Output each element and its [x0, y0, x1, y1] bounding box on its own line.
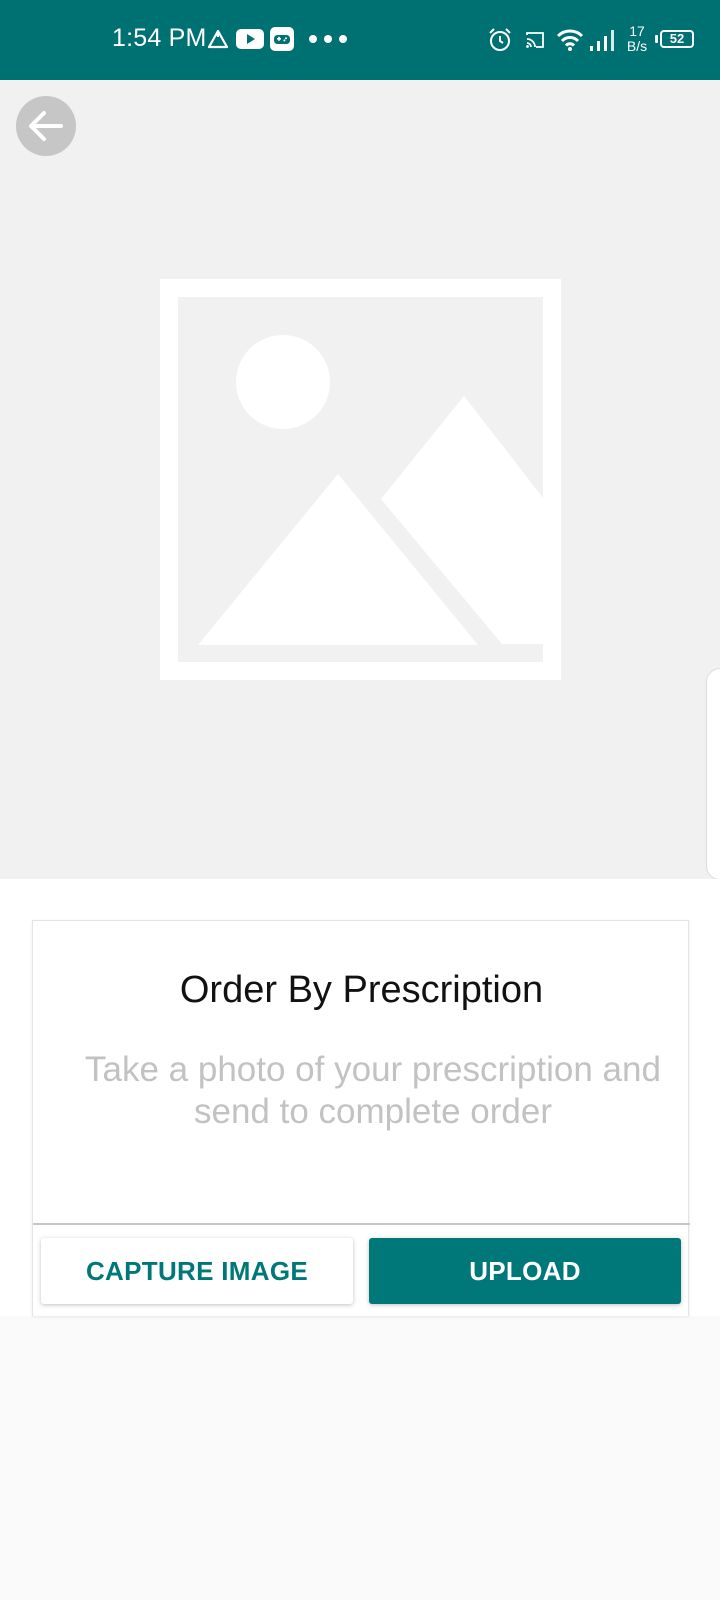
card-divider — [33, 1223, 690, 1225]
battery-icon: 52 — [660, 30, 694, 48]
cast-icon — [526, 32, 544, 48]
battery-tip — [655, 35, 658, 43]
side-drawer-handle[interactable] — [706, 668, 720, 880]
network-speed-value: 17 — [629, 23, 645, 39]
image-placeholder-icon — [160, 279, 561, 680]
network-speed-unit: B/s — [626, 38, 648, 54]
youtube-icon — [236, 29, 264, 49]
prescription-screen: 1:54 PM 17 B/s 52 Order By Prescription … — [0, 0, 720, 1600]
warning-triangle-icon — [207, 29, 229, 49]
signal-icon — [590, 30, 614, 51]
wifi-icon — [556, 29, 584, 51]
upload-button[interactable]: UPLOAD — [369, 1238, 681, 1304]
alarm-icon — [489, 28, 511, 51]
battery-level: 52 — [669, 31, 685, 46]
card-title: Order By Prescription — [179, 969, 544, 1011]
prescription-card: Order By Prescription Take a photo of yo… — [32, 920, 690, 1316]
back-button[interactable] — [16, 96, 76, 156]
more-dots-icon — [309, 35, 347, 43]
card-description: Take a photo of your prescription and se… — [85, 1050, 661, 1131]
status-time: 1:54 PM — [112, 24, 207, 52]
arrow-left-icon — [29, 111, 63, 141]
capture-image-button[interactable]: CAPTURE IMAGE — [41, 1238, 353, 1304]
network-speed: 17 B/s — [623, 24, 651, 54]
status-bar: 1:54 PM 17 B/s 52 — [0, 0, 720, 80]
game-controller-icon — [270, 27, 294, 51]
